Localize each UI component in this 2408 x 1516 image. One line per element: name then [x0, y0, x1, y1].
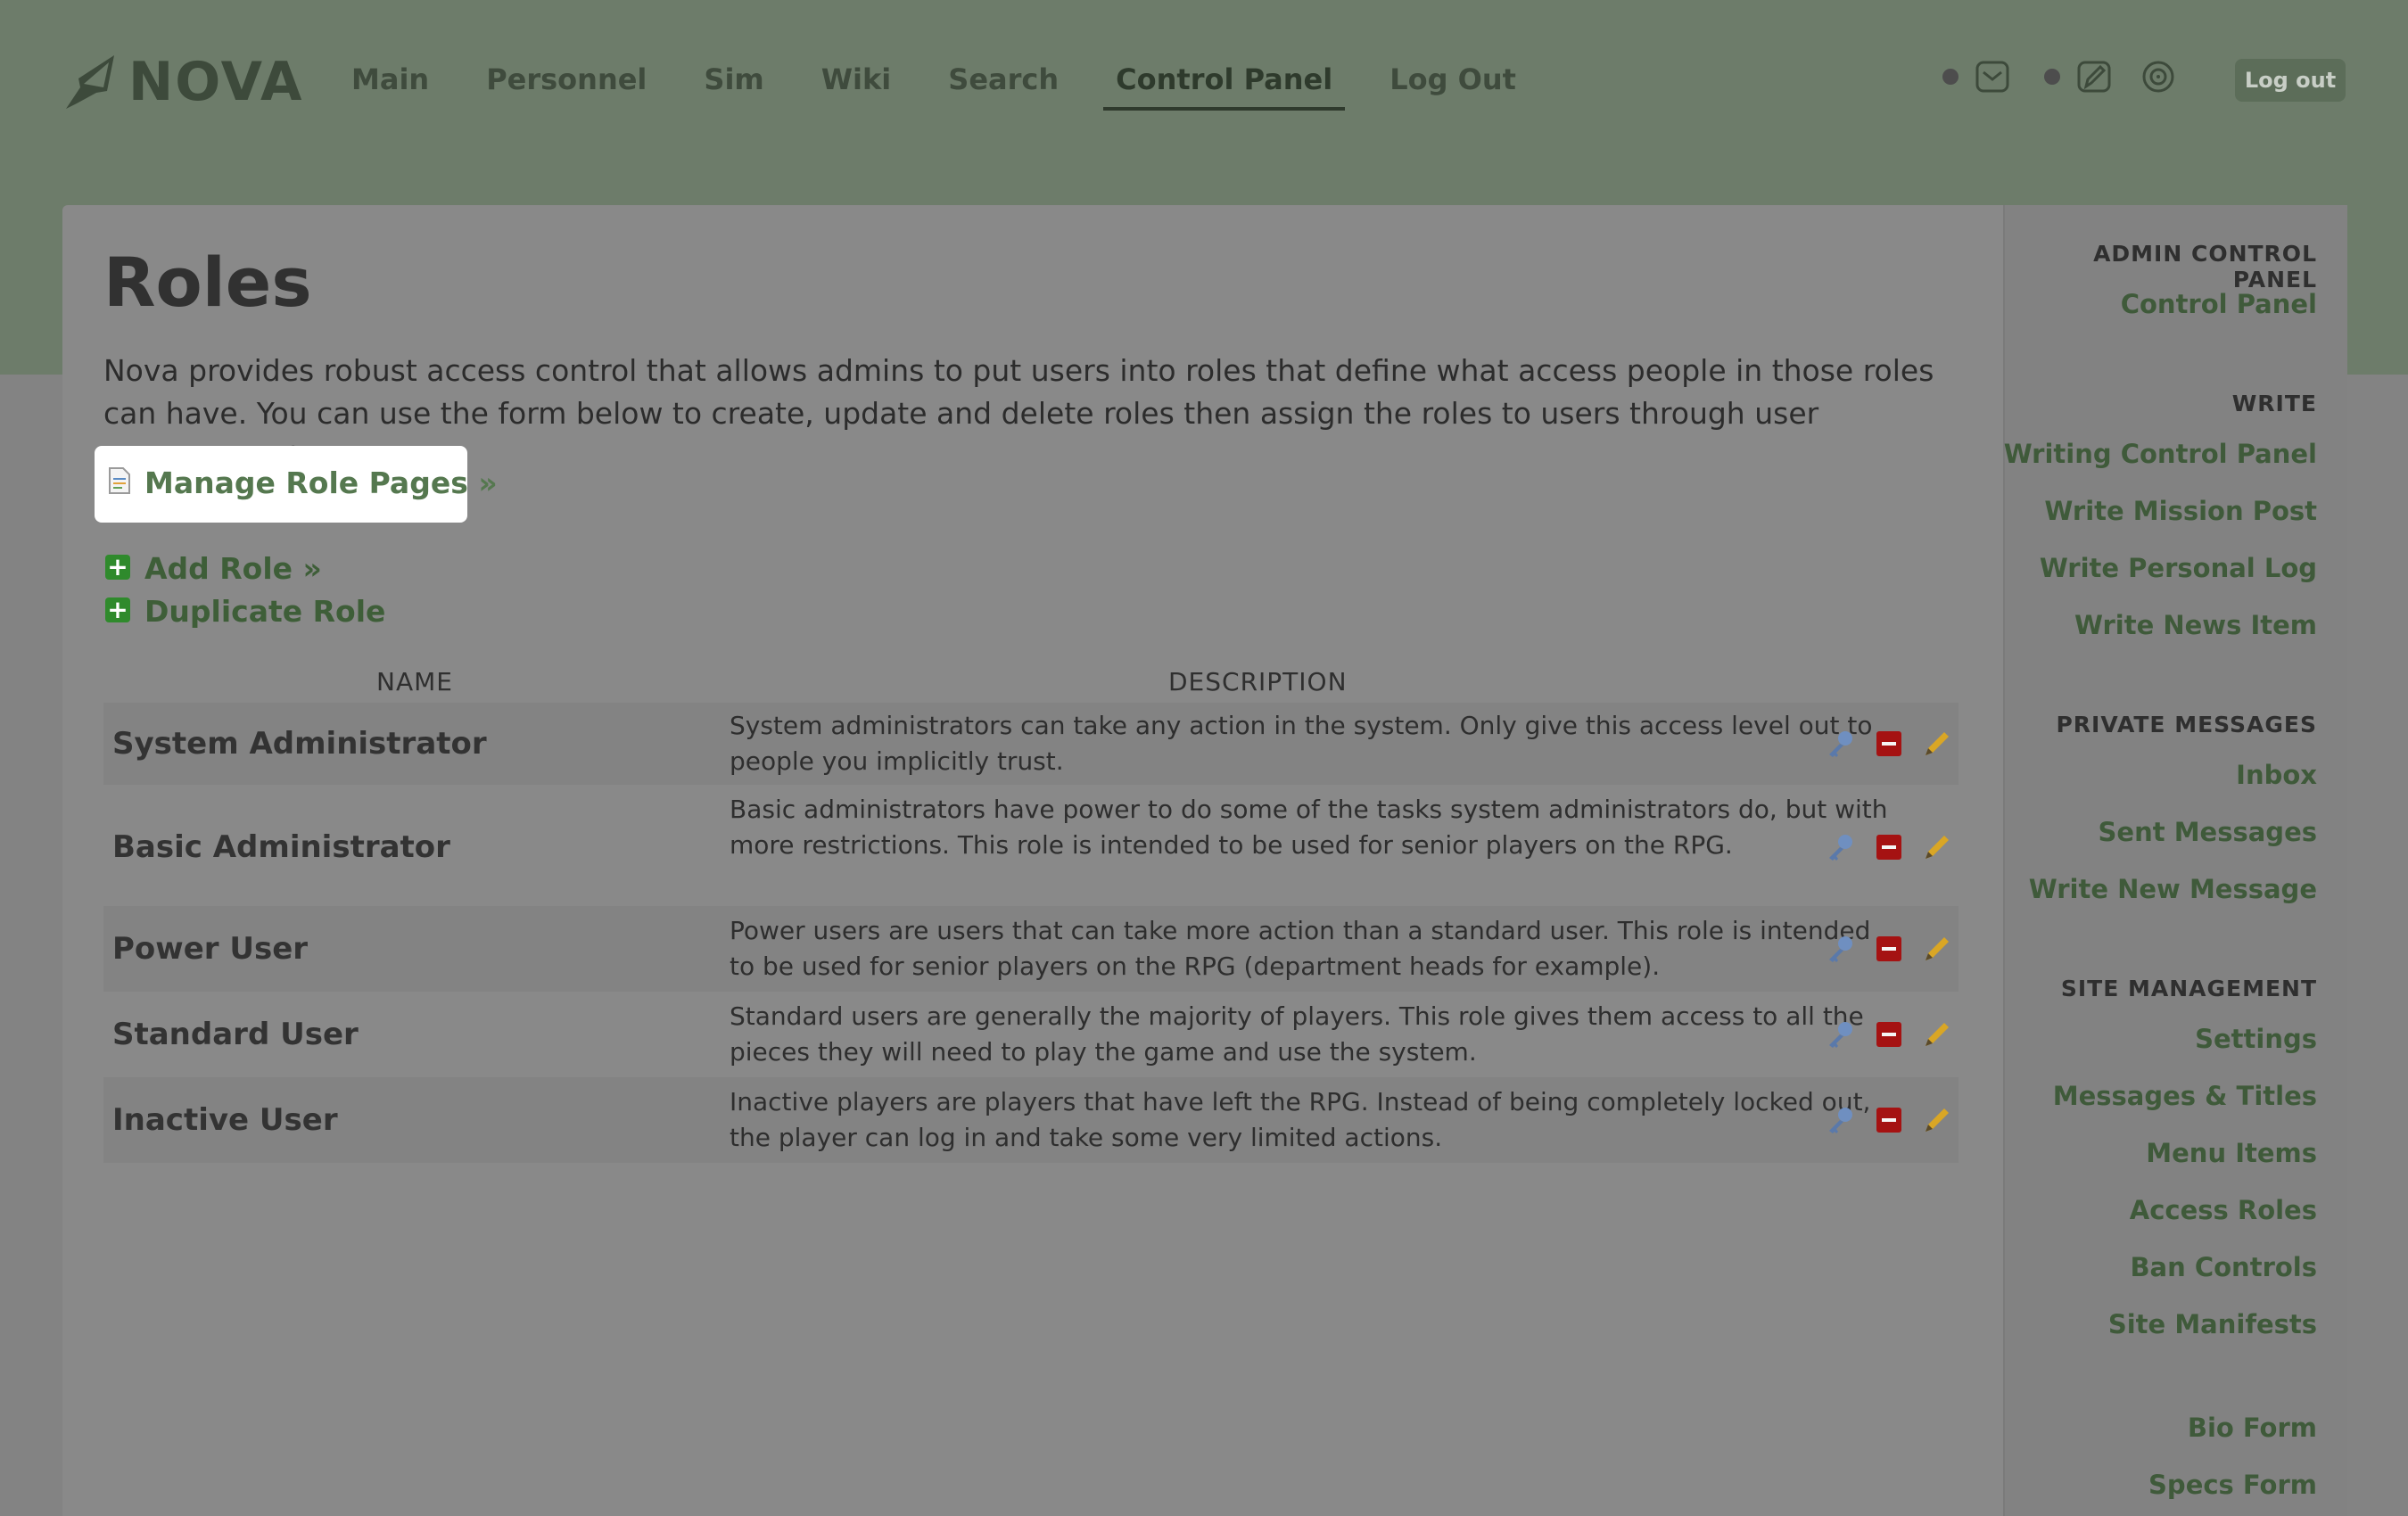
role-description: Basic administrators have power to do so…	[730, 795, 1888, 860]
delete-icon[interactable]	[1873, 933, 1905, 965]
key-icon[interactable]	[1825, 728, 1857, 760]
header-icons	[1942, 59, 2176, 95]
edit-icon[interactable]	[1921, 1018, 1953, 1050]
add-icon: +	[105, 555, 130, 580]
role-name: Basic Administrator	[112, 829, 450, 865]
add-icon: +	[105, 597, 130, 622]
sidebar-item-menu-items[interactable]: Menu Items	[2146, 1138, 2317, 1168]
delete-icon[interactable]	[1873, 1018, 1905, 1050]
row-actions	[1825, 728, 1953, 760]
nav-main[interactable]: Main	[323, 57, 458, 114]
column-header-name: NAME	[376, 667, 453, 696]
sidebar-item-specs-form[interactable]: Specs Form	[2148, 1470, 2317, 1500]
edit-icon[interactable]	[1921, 831, 1953, 863]
sidebar-item-sent-messages[interactable]: Sent Messages	[2099, 817, 2317, 847]
logo-text: NOVA	[128, 51, 304, 113]
inbox-icon[interactable]	[1975, 59, 2010, 95]
nav-log-out[interactable]: Log Out	[1361, 57, 1545, 114]
key-icon[interactable]	[1825, 1104, 1857, 1136]
table-row: Power User Power users are users that ca…	[103, 906, 1959, 992]
manage-role-pages-link[interactable]: Manage Role Pages »	[144, 466, 498, 500]
role-name: Power User	[112, 931, 309, 967]
sidebar-item-bio-form[interactable]: Bio Form	[2188, 1413, 2317, 1443]
nav-search[interactable]: Search	[919, 57, 1087, 114]
sidebar-item-write-new-message[interactable]: Write New Message	[2029, 874, 2317, 904]
sidebar-item-writing-control-panel[interactable]: Writing Control Panel	[2004, 439, 2317, 469]
sidebar-item-ban-controls[interactable]: Ban Controls	[2130, 1252, 2317, 1282]
column-header-description: DESCRIPTION	[1168, 667, 1348, 696]
table-row: System Administrator System administrato…	[103, 703, 1959, 785]
edit-icon[interactable]	[1921, 1104, 1953, 1136]
sidebar-item-write-mission-post[interactable]: Write Mission Post	[2044, 496, 2317, 526]
nav-control-panel[interactable]: Control Panel	[1087, 57, 1361, 114]
sidebar-heading: PRIVATE MESSAGES	[2056, 712, 2317, 737]
delete-icon[interactable]	[1873, 1104, 1905, 1136]
sidebar-nav: ADMIN CONTROL PANEL Control Panel WRITE …	[2003, 205, 2346, 1516]
settings-icon[interactable]	[2140, 59, 2176, 95]
sidebar-item-site-manifests[interactable]: Site Manifests	[2108, 1309, 2317, 1339]
role-name: Standard User	[112, 1017, 359, 1052]
role-name: System Administrator	[112, 726, 487, 762]
delete-icon[interactable]	[1873, 831, 1905, 863]
role-description: System administrators can take any actio…	[730, 711, 1873, 776]
key-icon[interactable]	[1825, 1018, 1857, 1050]
table-row: Inactive User Inactive players are playe…	[103, 1077, 1959, 1163]
sidebar-heading: SITE MANAGEMENT	[2060, 976, 2317, 1001]
role-description: Standard users are generally the majorit…	[730, 1001, 1864, 1067]
role-description: Power users are users that can take more…	[730, 916, 1871, 981]
edit-icon[interactable]	[1921, 933, 1953, 965]
sidebar-item-messages-titles[interactable]: Messages & Titles	[2053, 1081, 2317, 1111]
sidebar-item-write-news-item[interactable]: Write News Item	[2074, 610, 2317, 640]
duplicate-role-link[interactable]: Duplicate Role	[144, 594, 385, 629]
page-title: Roles	[103, 243, 312, 322]
sidebar-item-settings[interactable]: Settings	[2195, 1024, 2317, 1054]
write-icon[interactable]	[2076, 59, 2112, 95]
sidebar-item-write-personal-log[interactable]: Write Personal Log	[2040, 553, 2317, 583]
delete-icon[interactable]	[1873, 728, 1905, 760]
page-icon	[109, 467, 130, 498]
table-row: Standard User Standard users are general…	[103, 992, 1959, 1077]
main-nav: Main Personnel Sim Wiki Search Control P…	[323, 57, 1545, 114]
nav-sim[interactable]: Sim	[675, 57, 792, 114]
sidebar-item-inbox[interactable]: Inbox	[2236, 760, 2317, 790]
status-dot	[1942, 69, 1959, 85]
row-actions	[1825, 1104, 1953, 1136]
add-role-link[interactable]: Add Role »	[144, 551, 322, 586]
nav-wiki[interactable]: Wiki	[793, 57, 920, 114]
edit-icon[interactable]	[1921, 728, 1953, 760]
sidebar-heading: ADMIN CONTROL PANEL	[2093, 241, 2317, 292]
sidebar-heading: WRITE	[2231, 391, 2317, 416]
key-icon[interactable]	[1825, 933, 1857, 965]
sidebar-item-control-panel[interactable]: Control Panel	[2121, 289, 2317, 319]
table-row: Basic Administrator Basic administrators…	[103, 785, 1959, 906]
role-description: Inactive players are players that have l…	[730, 1087, 1871, 1152]
logout-button[interactable]: Log out	[2235, 59, 2346, 102]
row-actions	[1825, 933, 1953, 965]
rocket-logo-icon	[66, 55, 114, 109]
role-name: Inactive User	[112, 1102, 338, 1138]
nav-personnel[interactable]: Personnel	[458, 57, 675, 114]
sidebar-item-access-roles[interactable]: Access Roles	[2130, 1195, 2317, 1225]
key-icon[interactable]	[1825, 831, 1857, 863]
row-actions	[1825, 831, 1953, 863]
row-actions	[1825, 1018, 1953, 1050]
nova-logo[interactable]: NOVA	[61, 50, 303, 114]
status-dot	[2044, 69, 2060, 85]
